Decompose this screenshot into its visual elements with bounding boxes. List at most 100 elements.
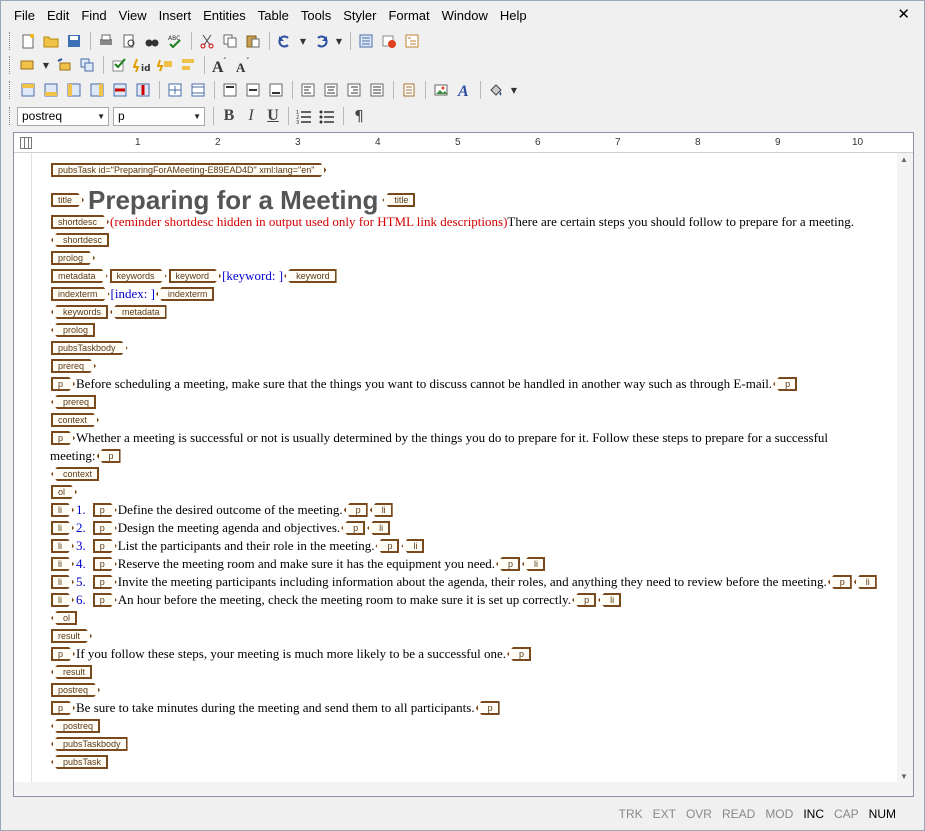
scroll-down-icon[interactable]: ▼ [900, 772, 908, 781]
print-preview-icon[interactable] [118, 30, 140, 52]
tag-indexterm-open[interactable]: indexterm [51, 287, 110, 301]
tag-prolog-close[interactable]: prolog [51, 323, 96, 337]
tag-title-open[interactable]: title [51, 193, 84, 207]
insert-id-icon[interactable]: id [131, 54, 153, 76]
menu-view[interactable]: View [113, 6, 153, 26]
save-icon[interactable] [63, 30, 85, 52]
tag-metadata-close[interactable]: metadata [110, 305, 167, 319]
copy-icon[interactable] [219, 30, 241, 52]
tag-postreq-close[interactable]: postreq [51, 719, 101, 733]
document-editor[interactable]: 1 2 3 4 5 6 7 8 9 10 ▲ ▼ pubsTask id="Pr… [13, 132, 914, 797]
tag-p-close[interactable]: p [773, 377, 798, 391]
tag-p-close[interactable]: p [343, 503, 368, 517]
underline-button[interactable]: U [262, 105, 284, 127]
tag-li-close[interactable]: li [598, 593, 622, 607]
change-element-icon[interactable] [53, 54, 75, 76]
scroll-up-icon[interactable]: ▲ [900, 155, 908, 164]
align-justify-icon[interactable] [366, 79, 388, 101]
menu-tools[interactable]: Tools [295, 6, 337, 26]
tag-li-close[interactable]: li [853, 575, 877, 589]
styler-icon[interactable] [378, 30, 400, 52]
tag-p-open[interactable]: p [93, 557, 117, 571]
bulleted-list-icon[interactable] [316, 105, 338, 127]
tag-li-close[interactable]: li [367, 521, 391, 535]
numbered-list-icon[interactable]: 123 [293, 105, 315, 127]
tag-keyword-close[interactable]: keyword [284, 269, 337, 283]
undo-icon[interactable] [274, 30, 296, 52]
fill-color-dropdown-icon[interactable]: ▼ [508, 79, 520, 101]
menu-window[interactable]: Window [436, 6, 494, 26]
paste-icon[interactable] [242, 30, 264, 52]
new-document-icon[interactable] [17, 30, 39, 52]
italic-button[interactable]: I [240, 105, 262, 127]
tag-p-open[interactable]: p [51, 377, 75, 391]
merge-cells-icon[interactable] [187, 79, 209, 101]
tag-p-open[interactable]: p [51, 701, 75, 715]
cell-align-bottom-icon[interactable] [265, 79, 287, 101]
tag-li-open[interactable]: li [51, 575, 74, 589]
menu-table[interactable]: Table [252, 6, 295, 26]
step-text[interactable]: Define the desired outcome of the meetin… [118, 502, 343, 518]
tag-prereq-close[interactable]: prereq [51, 395, 97, 409]
normal-view-icon[interactable] [355, 30, 377, 52]
tag-keywords-close[interactable]: keywords [51, 305, 109, 319]
redo-dropdown-icon[interactable]: ▼ [333, 30, 345, 52]
delete-column-icon[interactable] [132, 79, 154, 101]
step-text[interactable]: Reserve the meeting room and make sure i… [118, 556, 495, 572]
insert-graphic-icon[interactable] [430, 79, 452, 101]
split-cell-icon[interactable] [164, 79, 186, 101]
tag-li-close[interactable]: li [369, 503, 393, 517]
tag-context-open[interactable]: context [51, 413, 99, 427]
menu-edit[interactable]: Edit [41, 6, 75, 26]
insert-column-left-icon[interactable] [63, 79, 85, 101]
ruler-corner-icon[interactable] [20, 137, 32, 149]
tag-prereq-open[interactable]: prereq [51, 359, 96, 373]
redo-icon[interactable] [310, 30, 332, 52]
spellcheck-icon[interactable]: ABC [164, 30, 186, 52]
document-title[interactable]: Preparing for a Meeting [88, 187, 378, 213]
insert-xref-icon[interactable] [177, 54, 199, 76]
tag-result-close[interactable]: result [51, 665, 93, 679]
insert-link-icon[interactable] [154, 54, 176, 76]
tag-li-open[interactable]: li [51, 521, 74, 535]
tag-ol-close[interactable]: ol [51, 611, 78, 625]
align-center-icon[interactable] [320, 79, 342, 101]
cell-align-middle-icon[interactable] [242, 79, 264, 101]
horizontal-scrollbar[interactable] [14, 782, 913, 796]
delete-row-icon[interactable] [109, 79, 131, 101]
tag-p-open[interactable]: p [93, 521, 117, 535]
tag-title-close[interactable]: title [382, 193, 416, 207]
menu-styler[interactable]: Styler [337, 6, 382, 26]
prereq-paragraph[interactable]: Before scheduling a meeting, make sure t… [76, 376, 772, 392]
result-paragraph[interactable]: If you follow these steps, your meeting … [76, 646, 506, 662]
increase-font-icon[interactable]: A ˄ [209, 54, 231, 76]
toolbar-grip[interactable] [9, 32, 12, 50]
tag-indexterm-close[interactable]: indexterm [155, 287, 215, 301]
decrease-font-icon[interactable]: A ˅ [232, 54, 254, 76]
tag-p-open[interactable]: p [93, 503, 117, 517]
align-left-icon[interactable] [297, 79, 319, 101]
toolbar-grip[interactable] [9, 56, 12, 74]
tag-p-open[interactable]: p [93, 593, 117, 607]
structure-view-icon[interactable] [401, 30, 423, 52]
tag-p-close[interactable]: p [496, 557, 521, 571]
tag-pubstaskbody-close[interactable]: pubsTaskbody [51, 737, 128, 751]
bold-button[interactable]: B [218, 105, 240, 127]
tag-p-close[interactable]: p [475, 701, 500, 715]
step-text[interactable]: Design the meeting agenda and objectives… [118, 520, 340, 536]
menu-insert[interactable]: Insert [153, 6, 198, 26]
keyword-placeholder[interactable]: [keyword: ] [222, 268, 283, 284]
tag-p-open[interactable]: p [51, 647, 75, 661]
index-placeholder[interactable]: [index: ] [111, 286, 155, 302]
tag-li-close[interactable]: li [401, 539, 425, 553]
fill-color-icon[interactable] [485, 79, 507, 101]
context-paragraph[interactable]: Whether a meeting is successful or not i… [76, 430, 828, 446]
toolbar-grip[interactable] [9, 81, 12, 99]
align-right-icon[interactable] [343, 79, 365, 101]
tag-p-close[interactable]: p [341, 521, 366, 535]
undo-dropdown-icon[interactable]: ▼ [297, 30, 309, 52]
menu-help[interactable]: Help [494, 6, 533, 26]
tag-li-open[interactable]: li [51, 503, 74, 517]
print-icon[interactable] [95, 30, 117, 52]
tag-shortdesc-open[interactable]: shortdesc [51, 215, 109, 229]
